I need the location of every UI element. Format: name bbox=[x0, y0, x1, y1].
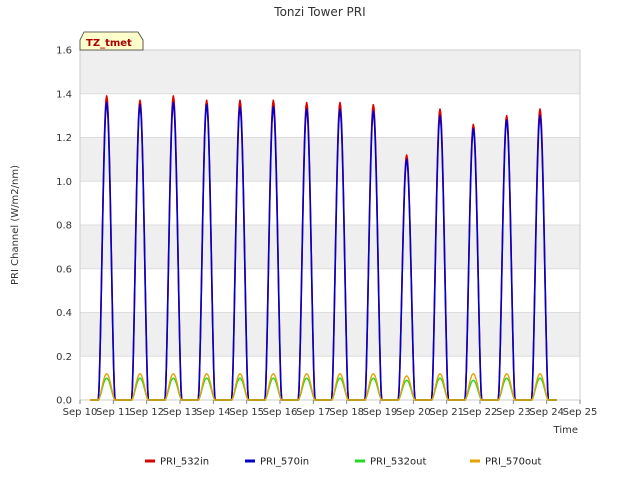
x-tick-label: Sep 24 bbox=[529, 407, 564, 418]
x-tick-label: Sep 14 bbox=[196, 407, 231, 418]
x-tick-label: Sep 15 bbox=[229, 407, 264, 418]
annotation-box: TZ_tmet bbox=[79, 31, 144, 51]
y-tick-label: 1.6 bbox=[56, 46, 72, 57]
legend-label: PRI_570out bbox=[485, 457, 541, 468]
y-axis-ticks: 0.0 0.2 0.4 0.6 0.8 1.0 1.2 1.4 1.6 bbox=[56, 46, 72, 407]
y-axis-label: PRI Channel (W/m2/nm) bbox=[10, 165, 21, 285]
y-tick-label: 0.2 bbox=[56, 352, 72, 363]
chart: 0.0 0.2 0.4 0.6 0.8 1.0 1.2 1.4 1.6 Sep 10Sep 11… bbox=[10, 5, 598, 468]
x-tick-label: Sep 23 bbox=[496, 407, 531, 418]
plot-band bbox=[80, 225, 580, 269]
x-axis-label: Time bbox=[553, 425, 578, 436]
y-tick-label: 0.0 bbox=[56, 396, 72, 407]
chart-title: Tonzi Tower PRI bbox=[273, 5, 365, 19]
y-tick-label: 0.8 bbox=[56, 221, 72, 232]
y-tick-label: 1.4 bbox=[56, 89, 72, 100]
x-tick-label: Sep 22 bbox=[463, 407, 498, 418]
y-tick-label: 1.0 bbox=[56, 177, 72, 188]
legend-label: PRI_570in bbox=[260, 457, 309, 468]
x-tick-label: Sep 10 bbox=[63, 407, 98, 418]
legend: PRI_532in PRI_570in PRI_532out PRI_570out bbox=[145, 457, 541, 468]
plot-band bbox=[80, 312, 580, 357]
x-tick-label: Sep 12 bbox=[129, 407, 164, 418]
y-tick-label: 0.4 bbox=[56, 308, 72, 319]
x-tick-label: Sep 13 bbox=[163, 407, 198, 418]
x-tick-label: Sep 20 bbox=[396, 407, 431, 418]
legend-label: PRI_532in bbox=[160, 457, 209, 468]
x-tick-label: Sep 18 bbox=[329, 407, 364, 418]
x-tick-label: Sep 21 bbox=[429, 407, 464, 418]
plot-band bbox=[80, 50, 580, 94]
x-tick-label: Sep 25 bbox=[563, 407, 598, 418]
x-tick-label: Sep 11 bbox=[96, 407, 131, 418]
y-tick-label: 1.2 bbox=[56, 133, 72, 144]
y-tick-label: 0.6 bbox=[56, 264, 72, 275]
annotation-label: TZ_tmet bbox=[86, 38, 132, 49]
x-tick-label: Sep 19 bbox=[363, 407, 398, 418]
x-axis-ticks: Sep 10Sep 11Sep 12Sep 13Sep 14Sep 15Sep … bbox=[63, 400, 598, 418]
x-tick-label: Sep 17 bbox=[296, 407, 331, 418]
x-tick-label: Sep 16 bbox=[263, 407, 298, 418]
legend-label: PRI_532out bbox=[370, 457, 426, 468]
